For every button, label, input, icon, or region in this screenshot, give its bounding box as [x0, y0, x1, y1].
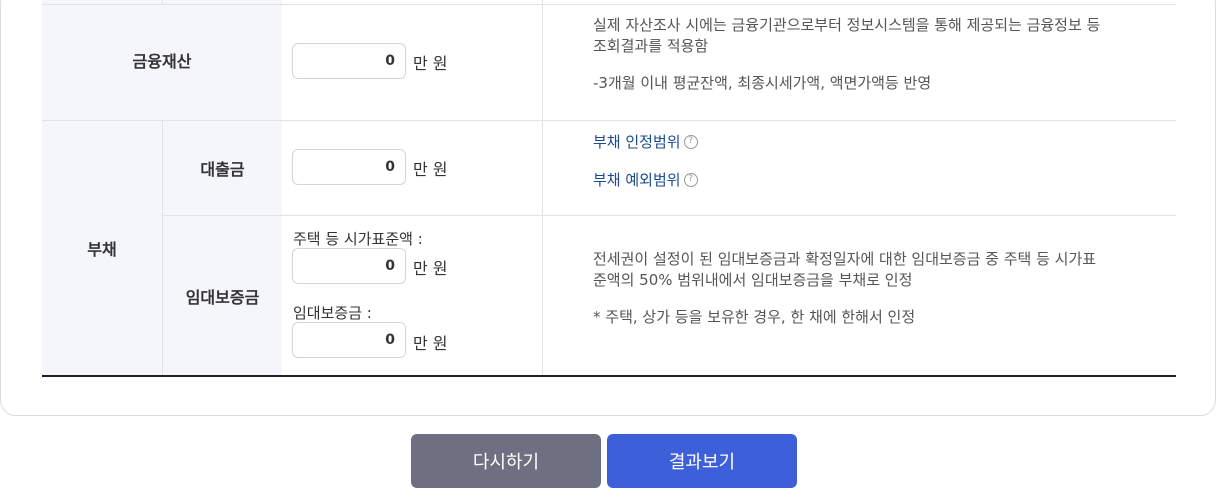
view-result-button[interactable]: 결과보기: [607, 434, 797, 488]
lease-deposit-desc-line3: * 주택, 상가 등을 보유한 경우, 한 채에 한해서 인정: [593, 308, 916, 326]
question-icon: ?: [683, 172, 698, 187]
housing-standard-price-input[interactable]: [292, 248, 406, 284]
lease-deposit-header: 임대보증금: [185, 287, 260, 307]
loan-unit: 만 원: [413, 160, 448, 179]
financial-assets-desc-line2: 조회결과를 적용함: [593, 37, 709, 55]
lease-deposit-desc-line1: 전세권이 설정이 된 임대보증금과 확정일자에 대한 임대보증금 중 주택 등 …: [593, 250, 1097, 268]
financial-assets-header: 금융재산: [132, 52, 192, 71]
lease-deposit-desc-line2: 준액의 50% 범위내에서 임대보증금을 부채로 인정: [593, 271, 913, 289]
lease-deposit-input[interactable]: [292, 322, 406, 358]
col-divider-desc: [542, 0, 543, 375]
housing-standard-price-unit: 만 원: [413, 259, 448, 278]
housing-standard-price-label: 주택 등 시가표준액 :: [293, 230, 423, 248]
financial-assets-desc-line1: 실제 자산조사 시에는 금융기관으로부터 정보시스템을 통해 제공되는 금융정보…: [593, 16, 1101, 34]
reset-button[interactable]: 다시하기: [411, 434, 601, 488]
debt-recognition-range-label: 부채 인정범위: [593, 133, 681, 151]
debt-header: 부채: [87, 240, 117, 259]
lease-deposit-label: 임대보증금 :: [293, 304, 372, 322]
financial-assets-unit: 만 원: [413, 54, 448, 73]
table-bottom-border: [42, 375, 1176, 377]
loan-input[interactable]: [292, 149, 406, 185]
debt-exception-range-link[interactable]: 부채 예외범위 ?: [593, 169, 698, 190]
loan-header: 대출금: [200, 160, 245, 179]
row-divider-loan: [162, 215, 1176, 216]
question-icon: ?: [683, 134, 698, 149]
debt-exception-range-label: 부채 예외범위: [593, 171, 681, 189]
lease-deposit-unit: 만 원: [413, 334, 448, 353]
financial-assets-desc-line3: -3개월 이내 평균잔액, 최종시세가액, 액면가액등 반영: [593, 74, 932, 92]
debt-recognition-range-link[interactable]: 부채 인정범위 ?: [593, 131, 698, 152]
financial-assets-input[interactable]: [292, 43, 406, 79]
